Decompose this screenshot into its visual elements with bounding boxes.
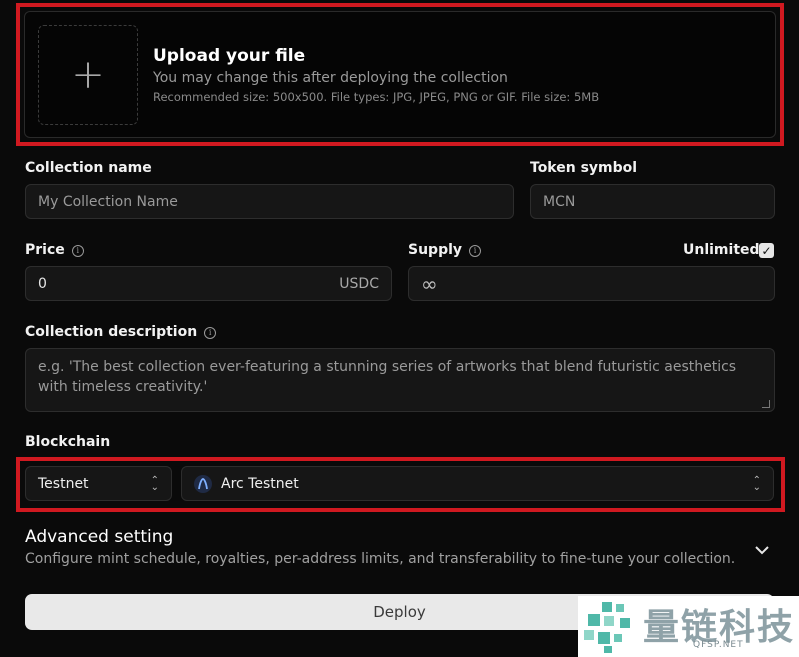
advanced-setting-description: Configure mint schedule, royalties, per-… <box>25 551 736 567</box>
infinity-icon: ∞ <box>421 271 438 296</box>
upload-subtitle: You may change this after deploying the … <box>153 70 508 86</box>
supply-label: Supply i <box>408 242 482 258</box>
check-icon: ✓ <box>761 243 772 258</box>
description-textarea[interactable]: e.g. 'The best collection ever-featuring… <box>25 348 775 412</box>
advanced-setting-title: Advanced setting <box>25 527 174 547</box>
arc-logo-icon <box>194 474 212 493</box>
description-label-text: Collection description <box>25 324 198 340</box>
token-symbol-label: Token symbol <box>530 160 638 176</box>
price-value: 0 <box>38 275 47 292</box>
info-icon[interactable]: i <box>469 244 482 257</box>
deploy-button-label: Deploy <box>373 603 426 621</box>
token-symbol-placeholder: MCN <box>543 193 576 210</box>
upload-dropzone[interactable]: + <box>38 25 138 125</box>
network-select[interactable]: Arc Testnet ⌃ ⌄ <box>181 466 774 501</box>
collection-name-label: Collection name <box>25 160 152 176</box>
collection-name-placeholder: My Collection Name <box>38 193 178 210</box>
upload-hint: Recommended size: 500x500. File types: J… <box>153 90 600 104</box>
resize-handle[interactable] <box>762 400 770 408</box>
description-label: Collection description i <box>25 324 217 340</box>
token-symbol-input[interactable]: MCN <box>530 184 775 219</box>
info-icon[interactable]: i <box>204 326 217 339</box>
unlimited-checkbox[interactable]: ✓ <box>759 243 774 258</box>
info-icon[interactable]: i <box>71 244 84 257</box>
chevron-updown-icon: ⌃ ⌄ <box>150 474 159 493</box>
network-value: Arc Testnet <box>221 475 299 492</box>
network-type-select[interactable]: Testnet ⌃ ⌄ <box>25 466 172 501</box>
supply-label-text: Supply <box>408 242 463 258</box>
price-label-text: Price <box>25 242 65 258</box>
price-input[interactable]: 0 USDC <box>25 266 392 301</box>
watermark-subtext: QFSP.NET <box>693 640 744 650</box>
unlimited-label: Unlimited <box>683 242 760 258</box>
price-currency: USDC <box>339 275 379 292</box>
description-placeholder: e.g. 'The best collection ever-featuring… <box>38 359 737 395</box>
watermark-logo-icon <box>584 602 630 653</box>
collection-name-input[interactable]: My Collection Name <box>25 184 514 219</box>
price-label: Price i <box>25 242 84 258</box>
network-type-value: Testnet <box>38 475 89 492</box>
upload-title: Upload your file <box>153 46 306 66</box>
plus-icon: + <box>71 52 105 98</box>
supply-input[interactable]: ∞ <box>408 266 775 301</box>
chevron-down-icon[interactable] <box>754 540 770 559</box>
blockchain-label: Blockchain <box>25 434 111 450</box>
chevron-updown-icon: ⌃ ⌄ <box>752 474 761 493</box>
